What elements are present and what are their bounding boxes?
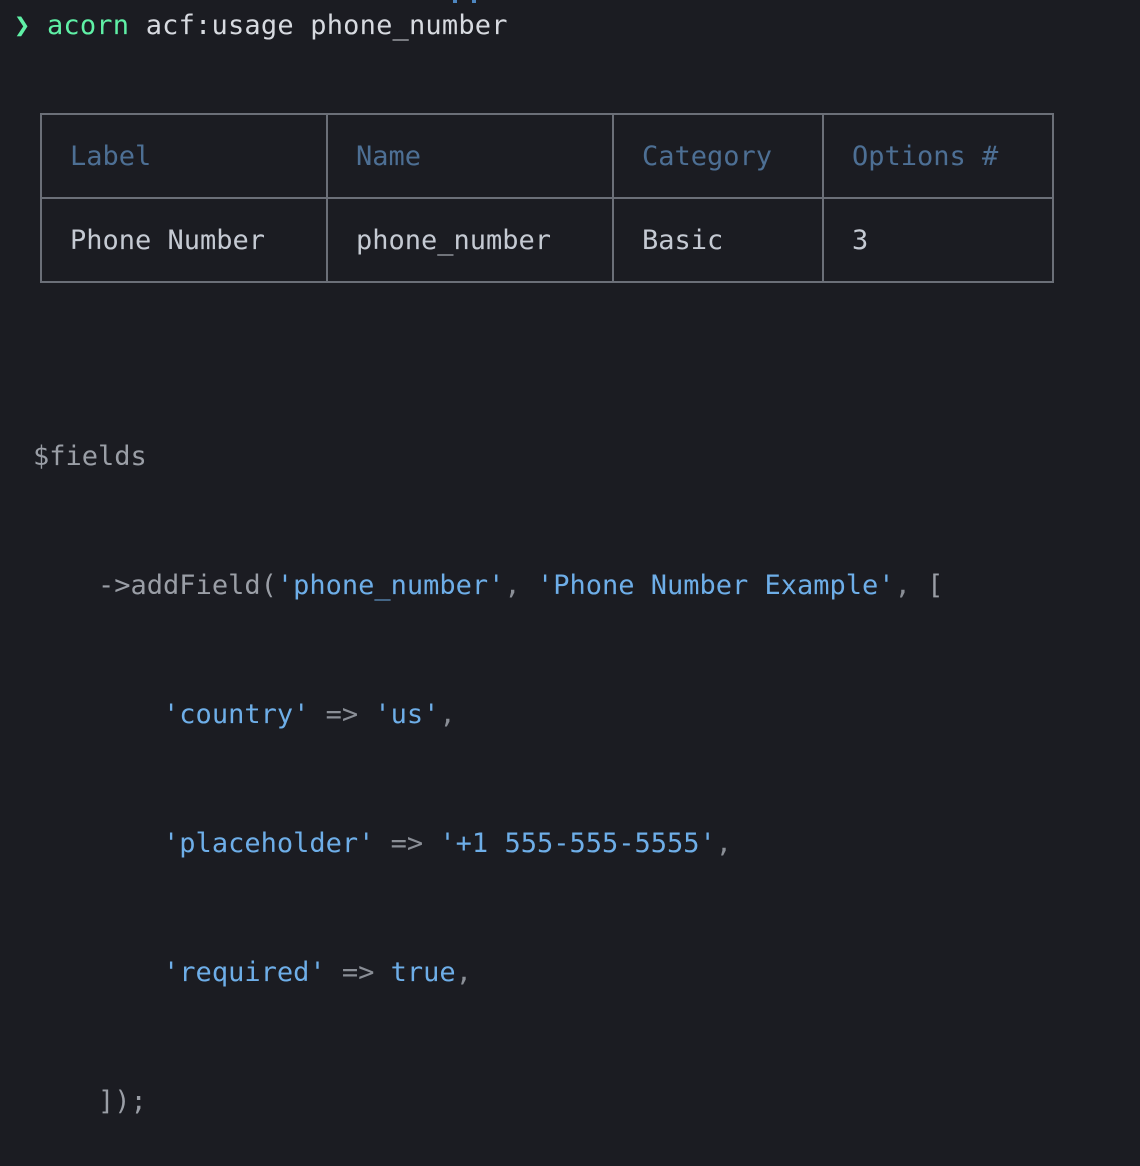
code-method-call: ->addField( (98, 570, 277, 601)
table-row: Phone Number phone_number Basic 3 (40, 197, 1054, 283)
code-option-value: true (390, 957, 456, 988)
cell-options-count: 3 (822, 197, 1054, 283)
code-option-value: 'us' (374, 699, 440, 730)
code-arrow: => (341, 957, 375, 988)
command-arguments: acf:usage phone_number (145, 10, 508, 41)
code-line: ]); (33, 1080, 943, 1123)
scrolled-content-fragment (453, 0, 457, 3)
code-line: 'required' => true, (163, 957, 472, 988)
command-binary: acorn (46, 10, 130, 41)
code-close: ]); (98, 1086, 147, 1117)
code-example: $fields ->addField('phone_number', 'Phon… (33, 349, 943, 1166)
cell-label: Phone Number (40, 197, 328, 283)
code-option-key: 'placeholder' (163, 828, 375, 859)
command-line: ❯ acorn acf:usage phone_number (14, 8, 508, 44)
code-line: 'country' => 'us', (163, 699, 456, 730)
cell-name: phone_number (326, 197, 614, 283)
code-arrow: => (325, 699, 359, 730)
code-field-label: 'Phone Number Example' (536, 570, 895, 601)
field-usage-table: Label Name Category Options # Phone Numb… (40, 113, 1054, 283)
code-arrow: => (390, 828, 424, 859)
code-line: 'placeholder' => '+1 555-555-5555', (163, 828, 733, 859)
code-option-key: 'country' (163, 699, 310, 730)
code-option-key: 'required' (163, 957, 326, 988)
code-line: ->addField('phone_number', 'Phone Number… (98, 570, 944, 601)
header-label: Label (40, 113, 328, 199)
header-name: Name (326, 113, 614, 199)
code-option-value: '+1 555-555-5555' (439, 828, 716, 859)
code-variable: $fields (33, 441, 147, 472)
scrolled-content-fragment (472, 0, 476, 3)
prompt-chevron-icon: ❯ (14, 10, 31, 41)
header-options-count: Options # (822, 113, 1054, 199)
code-line: $fields (33, 435, 943, 478)
code-open-bracket: [ (927, 570, 944, 601)
header-category: Category (612, 113, 824, 199)
code-field-name: 'phone_number' (276, 570, 505, 601)
cell-category: Basic (612, 197, 824, 283)
table-header-row: Label Name Category Options # (40, 113, 1054, 199)
